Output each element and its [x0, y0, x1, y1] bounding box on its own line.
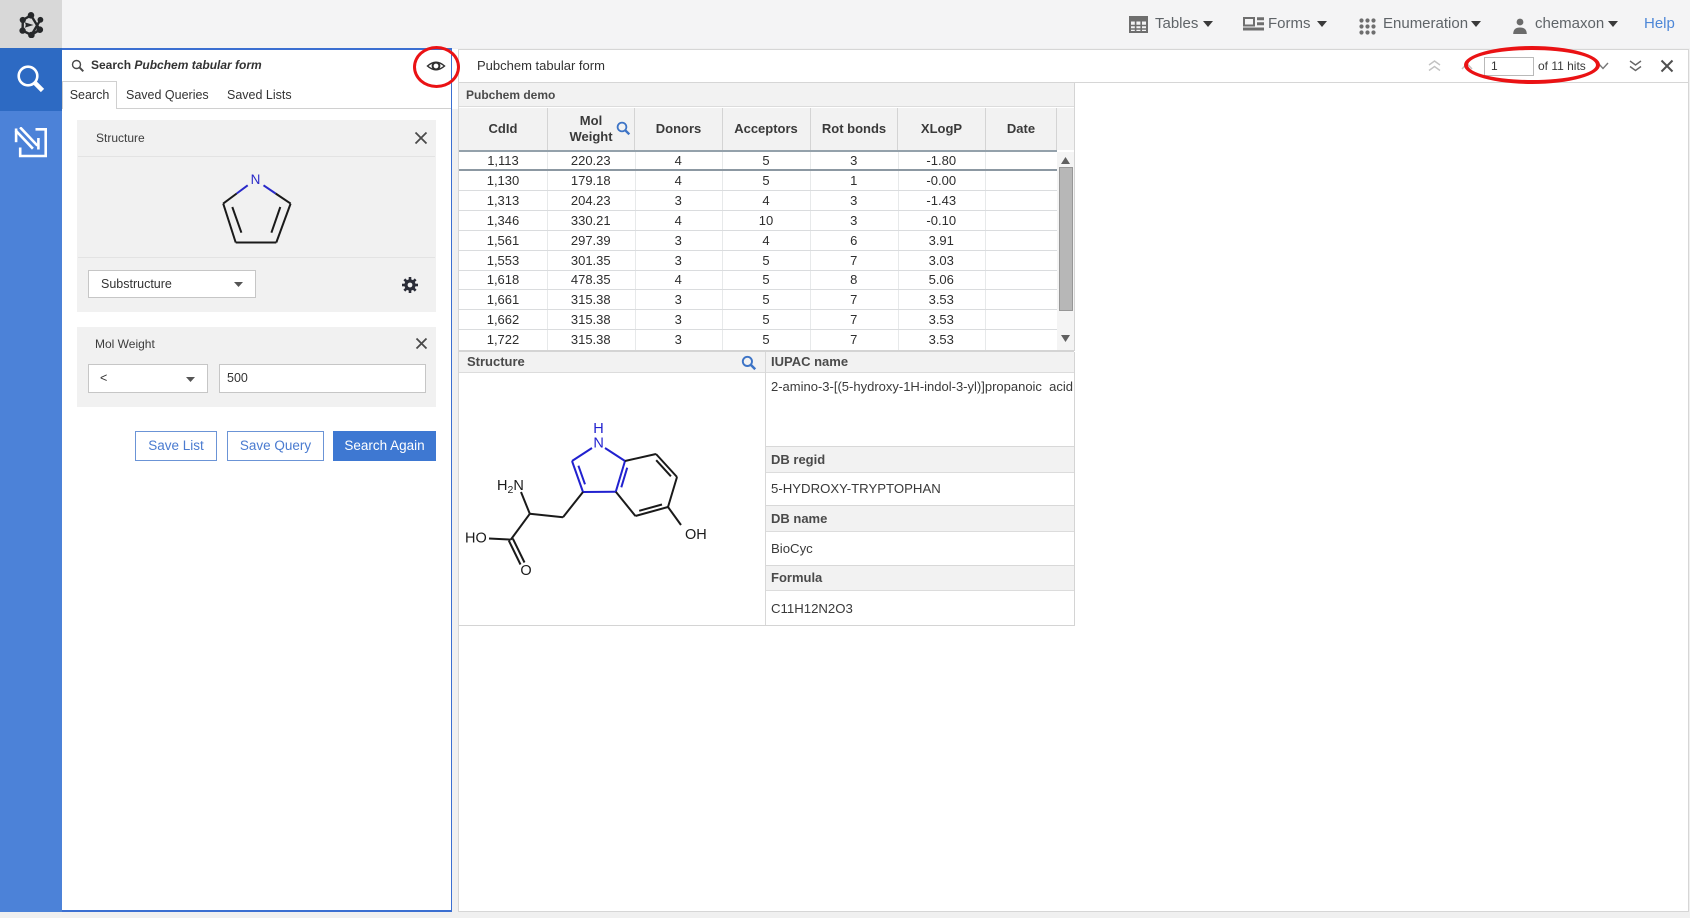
svg-text:HO: HO — [465, 531, 487, 547]
svg-text:N: N — [251, 172, 261, 187]
svg-text:OH: OH — [685, 527, 707, 543]
svg-text:H2N: H2N — [497, 478, 524, 496]
svg-text:O: O — [520, 563, 531, 579]
svg-text:N: N — [593, 436, 603, 452]
